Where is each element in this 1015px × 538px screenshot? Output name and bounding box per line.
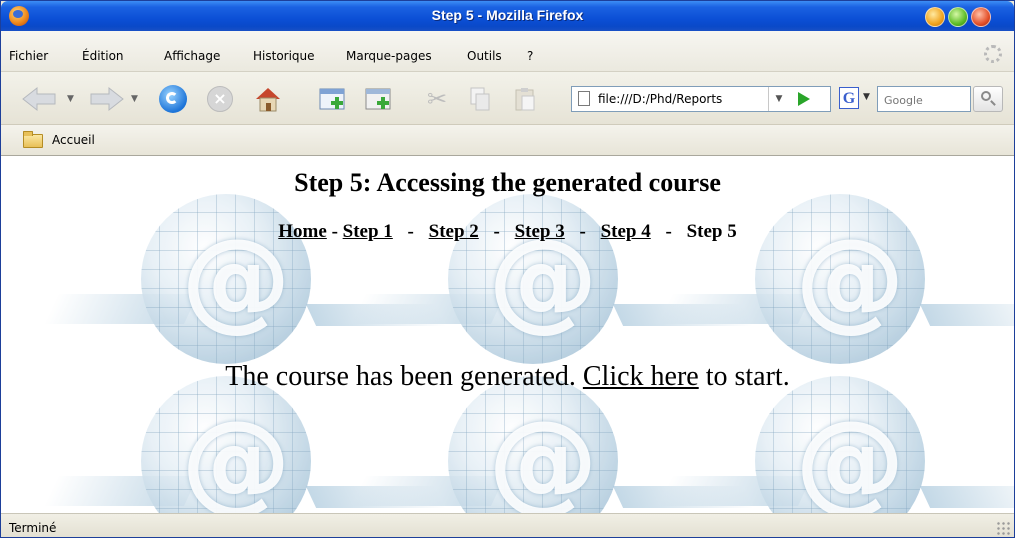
background-streak — [919, 304, 1014, 326]
title-bar: Step 5 - Mozilla Firefox — [1, 1, 1014, 31]
address-bar[interactable]: file:///D:/Phd/Reports ▼ — [571, 86, 831, 112]
step-separator: - — [579, 221, 586, 242]
maximize-button[interactable] — [948, 7, 968, 27]
page-heading: Step 5: Accessing the generated course — [294, 168, 721, 197]
throbber-icon — [984, 45, 1002, 63]
back-arrow-icon[interactable] — [21, 86, 61, 112]
close-button[interactable] — [971, 7, 991, 27]
message-text: The course has been generated. — [225, 361, 576, 392]
at-symbol: @ — [488, 397, 598, 513]
menu-bar: Fichier Édition Affichage Historique Mar… — [1, 31, 1014, 72]
window-title: Step 5 - Mozilla Firefox — [431, 7, 584, 23]
current-step-5: Step 5 — [686, 221, 737, 242]
folder-icon — [23, 131, 43, 148]
click-here-link[interactable]: Click here — [583, 361, 699, 392]
search-field[interactable] — [877, 86, 972, 112]
menu-outils[interactable]: Outils — [467, 49, 502, 63]
status-bar: Terminé — [1, 513, 1014, 537]
link-home[interactable]: Home — [278, 221, 327, 242]
resize-grip[interactable] — [996, 521, 1010, 535]
bookmarks-toolbar: Accueil — [1, 125, 1014, 156]
search-engine-selector[interactable]: G ▼ — [839, 86, 879, 112]
menu-fichier[interactable]: Fichier — [9, 49, 48, 63]
home-icon[interactable] — [253, 84, 283, 114]
search-engine-dropdown-icon: ▼ — [863, 92, 870, 102]
search-icon[interactable] — [973, 86, 1003, 112]
menu-marque-pages[interactable]: Marque-pages — [346, 49, 432, 63]
message-text-end: to start. — [705, 361, 790, 392]
paste-icon[interactable] — [513, 86, 537, 112]
url-dropdown-icon[interactable]: ▼ — [768, 87, 789, 111]
bookmark-accueil[interactable]: Accueil — [52, 133, 95, 147]
link-step-4[interactable]: Step 4 — [601, 221, 651, 242]
link-step-1[interactable]: Step 1 — [343, 221, 393, 242]
reload-icon[interactable] — [159, 85, 187, 113]
at-symbol: @ — [181, 397, 291, 513]
steps-navigation: Home - Step 1 - Step 2 - Step 3 - Step 4… — [1, 221, 1014, 243]
url-text[interactable]: file:///D:/Phd/Reports — [598, 92, 768, 106]
menu-edition[interactable]: Édition — [82, 49, 124, 63]
minimize-button[interactable] — [925, 7, 945, 27]
forward-dropdown-icon[interactable]: ▼ — [131, 94, 138, 104]
browser-window: Step 5 - Mozilla Firefox Fichier Édition… — [0, 0, 1015, 538]
menu-help[interactable]: ? — [527, 49, 533, 63]
background-streak — [919, 486, 1014, 508]
step-separator: - — [331, 221, 338, 242]
background-globe-tile: @ — [658, 376, 1014, 513]
go-icon[interactable] — [798, 92, 810, 106]
copy-icon[interactable] — [468, 86, 492, 112]
stop-icon[interactable]: × — [207, 86, 233, 112]
page-content: @ @ @ @ @ @ Step 5: Accessing the genera… — [1, 156, 1014, 513]
navigation-toolbar: ▼ ▼ × ✂ file:///D:/Phd/Reports ▼ G ▼ Goo… — [1, 72, 1014, 125]
page-icon — [578, 91, 590, 106]
cut-icon[interactable]: ✂ — [423, 86, 451, 112]
google-icon: G — [839, 87, 859, 109]
search-input[interactable] — [882, 88, 972, 112]
step-separator: - — [493, 221, 500, 242]
status-text: Terminé — [9, 521, 57, 535]
generated-message: The course has been generated. Click her… — [1, 361, 1014, 393]
at-symbol: @ — [795, 397, 905, 513]
link-step-3[interactable]: Step 3 — [515, 221, 565, 242]
back-dropdown-icon[interactable]: ▼ — [67, 94, 74, 104]
forward-arrow-icon[interactable] — [85, 86, 125, 112]
menu-historique[interactable]: Historique — [253, 49, 315, 63]
step-separator: - — [665, 221, 672, 242]
new-tab-icon[interactable] — [318, 85, 348, 113]
new-window-icon[interactable] — [364, 85, 394, 113]
link-step-2[interactable]: Step 2 — [429, 221, 479, 242]
menu-affichage[interactable]: Affichage — [164, 49, 220, 63]
step-separator: - — [407, 221, 414, 242]
